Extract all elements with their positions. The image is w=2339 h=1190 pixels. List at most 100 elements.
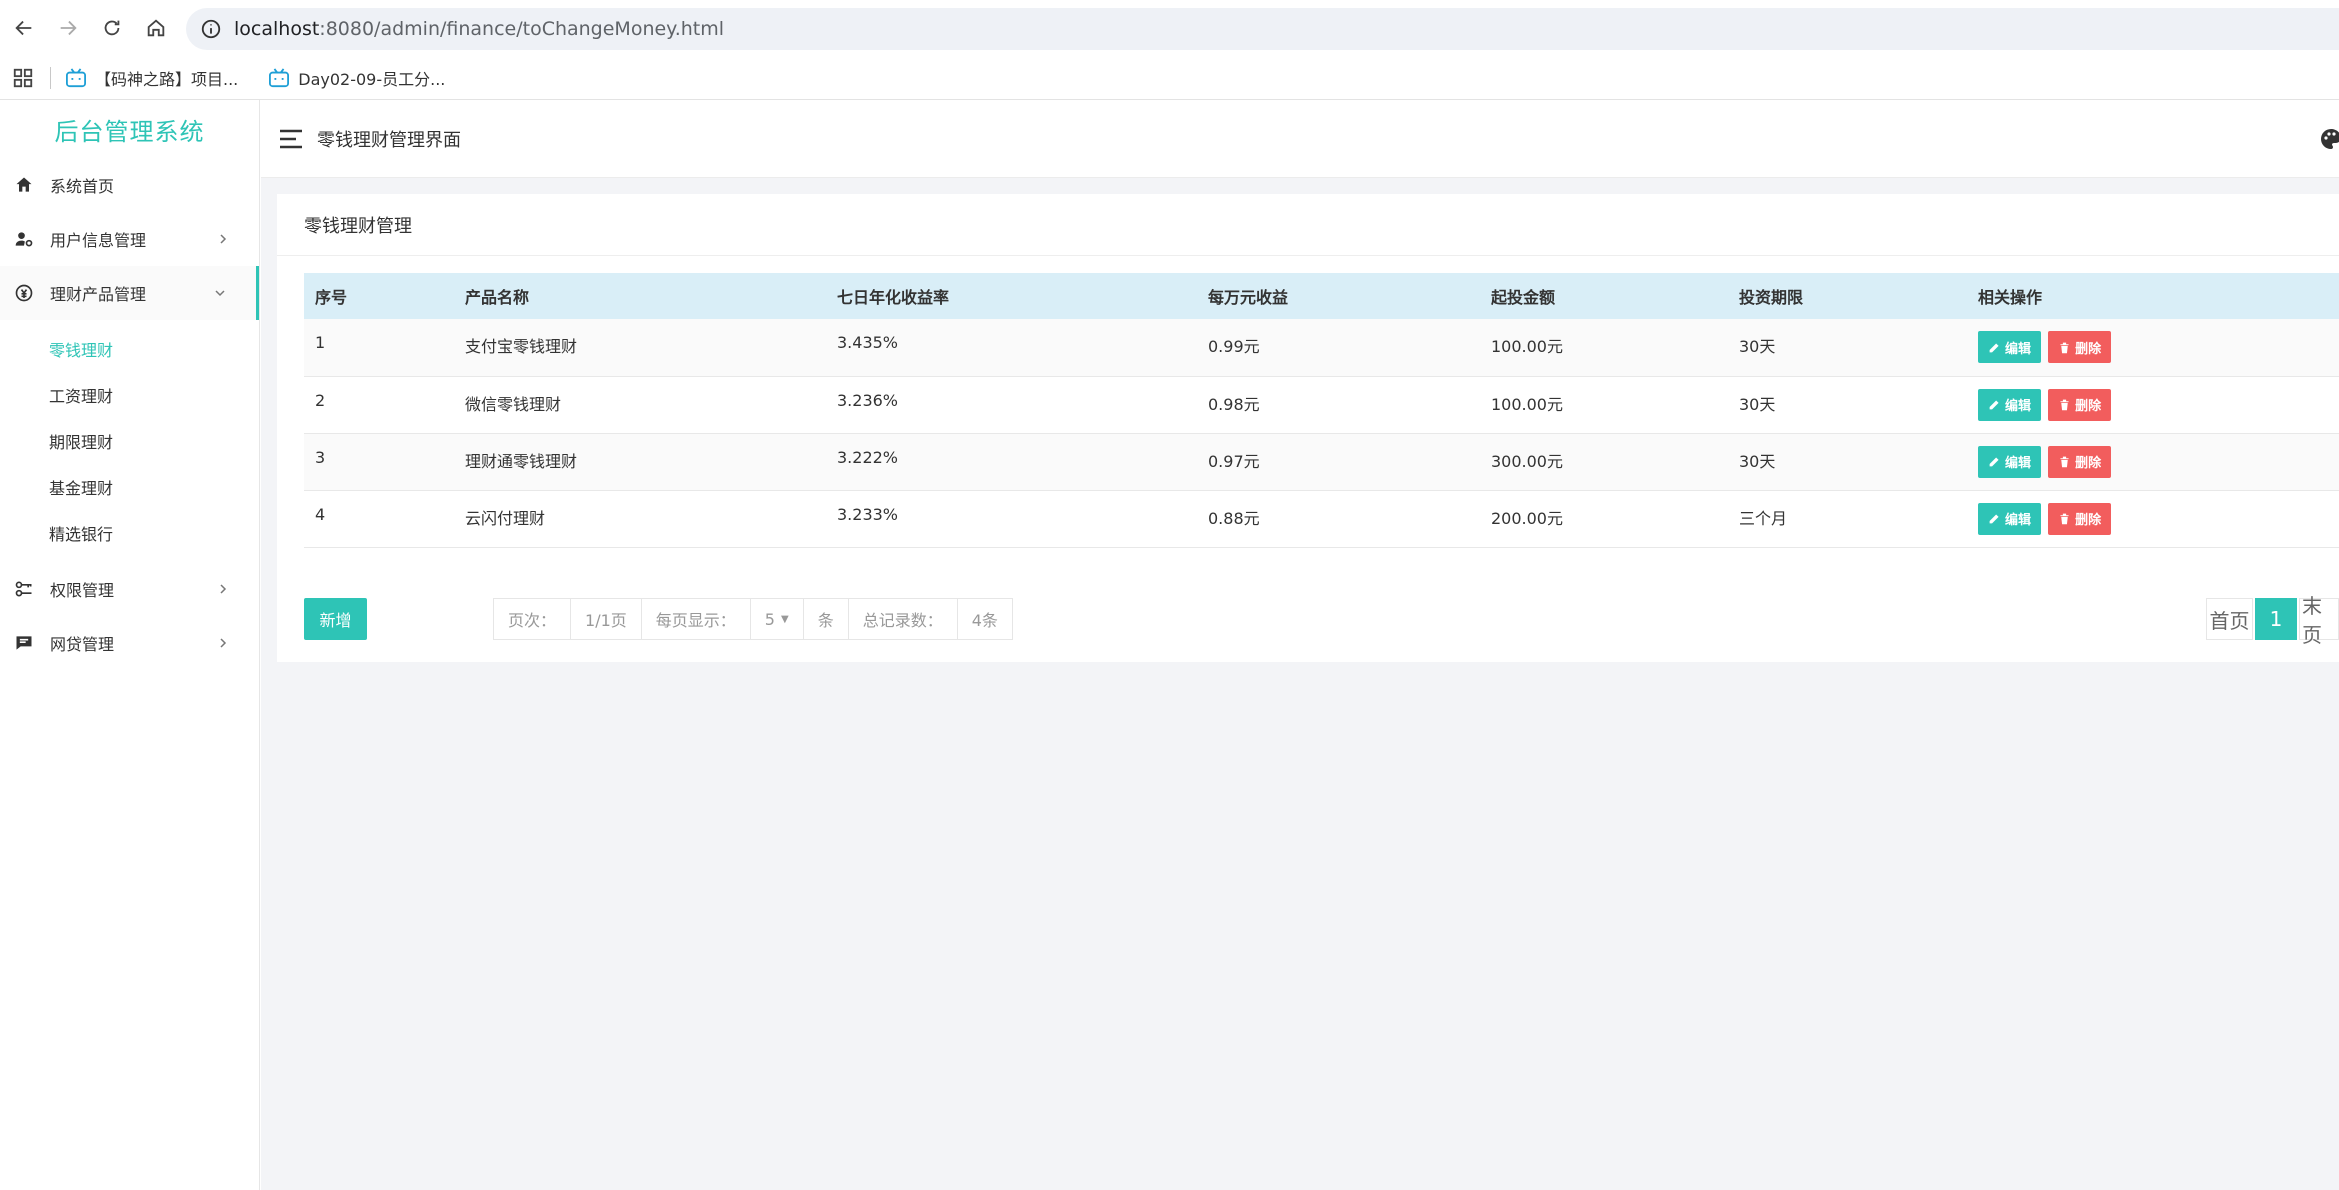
forward-icon[interactable] [48,8,88,48]
column-header: 每万元收益 [1197,273,1480,319]
bookmark-item[interactable]: Day02-09-员工分... [268,66,445,90]
topbar: 零钱理财管理界面 [261,100,2339,178]
caret-down-icon: ▼ [780,613,789,625]
sidebar-item-label: 用户信息管理 [50,231,147,250]
sidebar-item-label: 系统首页 [50,177,115,196]
first-page-button[interactable]: 首页 [2206,598,2253,640]
sidebar-item-label: 权限管理 [50,581,115,600]
apps-grid-icon[interactable] [12,67,34,89]
url-text: localhost:8080/admin/finance/toChangeMon… [234,18,724,40]
cell-rate: 3.233% [826,490,1197,548]
per-page-label: 每页显示： [642,599,751,639]
bilibili-icon [269,67,290,87]
bilibili-icon [66,67,86,87]
brand-title: 后台管理系统 [54,117,205,146]
user-settings-icon [15,232,33,247]
cell-id: 1 [304,319,454,377]
key-icon [15,581,32,597]
delete-label: 删除 [2075,513,2102,528]
browser-toolbar: localhost:8080/admin/finance/toChangeMon… [0,0,2339,56]
pencil-icon [1989,457,1999,467]
page-value: 1/1页 [571,599,642,639]
sidebar-subitem-salary[interactable]: 工资理财 [0,372,259,418]
url-path: :8080/admin/finance/toChangeMoney.html [319,18,725,40]
pager-info: 页次： 1/1页 每页显示： 5 ▼ 条 总记录数： 4条 [493,598,1013,640]
per-page-select[interactable]: 5 ▼ [751,599,804,639]
home-page-icon[interactable] [136,8,176,48]
cell-actions: 编辑 删除 [1967,319,2339,377]
current-page-button[interactable]: 1 [2255,598,2297,640]
add-button[interactable]: 新增 [304,598,367,640]
url-bar[interactable]: localhost:8080/admin/finance/toChangeMon… [186,8,2339,50]
delete-button[interactable]: 删除 [2048,331,2112,363]
cell-min-amount: 100.00元 [1480,319,1728,377]
column-header: 产品名称 [454,273,826,319]
trash-icon [2060,399,2069,411]
edit-button[interactable]: 编辑 [1978,331,2042,363]
column-header: 序号 [304,273,454,319]
delete-button[interactable]: 删除 [2048,388,2112,421]
cell-term: 30天 [1728,319,1967,377]
table-row: 1 支付宝零钱理财 3.435% 0.99元 100.00元 30天 编辑 删除 [304,319,2339,377]
cell-rate: 3.435% [826,319,1197,377]
bookmark-label: 【码神之路】项目... [95,69,239,89]
edit-button[interactable]: 编辑 [1978,388,2042,421]
cell-income: 0.98元 [1197,376,1480,434]
pencil-icon [1989,400,1999,410]
cell-name: 微信零钱理财 [454,376,826,434]
bookmark-item[interactable]: 【码神之路】项目... [65,66,238,90]
last-page-button[interactable]: 末页 [2299,594,2339,647]
sidebar-subitem-fund[interactable]: 基金理财 [0,464,259,510]
cell-rate: 3.236% [826,376,1197,434]
edit-button[interactable]: 编辑 [1978,445,2042,478]
edit-label: 编辑 [2005,399,2032,414]
delete-button[interactable]: 删除 [2048,502,2112,535]
cell-id: 2 [304,376,454,434]
cell-income: 0.88元 [1197,490,1480,548]
menu-toggle-icon[interactable] [279,128,303,150]
chevron-right-icon [220,638,227,648]
sidebar-item-loan[interactable]: 网贷管理 [0,616,259,670]
sidebar-subitem-change-money[interactable]: 零钱理财 [0,326,259,372]
sidebar-item-home[interactable]: 系统首页 [0,158,259,212]
reload-icon[interactable] [92,8,132,48]
cell-income: 0.99元 [1197,319,1480,377]
url-host: localhost [234,18,320,40]
sidebar-item-label: 网贷管理 [50,635,115,654]
edit-label: 编辑 [2005,456,2032,471]
site-info-icon[interactable] [200,18,222,40]
edit-label: 编辑 [2005,341,2032,357]
pencil-icon [1989,342,1999,352]
home-icon [16,177,32,192]
cell-actions: 编辑 删除 [1967,376,2339,434]
table-header-row: 序号 产品名称 七日年化收益率 每万元收益 起投金额 投资期限 相关操作 [304,273,2339,319]
sidebar: 后台管理系统 系统首页 用户信息管理 理财产品管理 零钱理财 工资理财 期限理财… [0,100,260,1190]
column-header: 七日年化收益率 [826,273,1197,319]
total-label: 总记录数： [849,599,958,639]
finance-card: 零钱理财管理 序号 产品名称 七日年化收益率 每万元收益 起投金额 投资期限 相… [277,194,2339,662]
chevron-right-icon [220,584,227,594]
delete-button[interactable]: 删除 [2048,445,2112,478]
cell-rate: 3.222% [826,433,1197,491]
back-icon[interactable] [4,8,44,48]
sidebar-item-permission[interactable]: 权限管理 [0,562,259,616]
bookmark-separator [50,66,51,89]
delete-label: 删除 [2075,399,2102,414]
main-content: 零钱理财管理界面 零钱理财管理 序号 产品名称 七日年化收益率 每万元收益 起投… [261,100,2339,1190]
edit-button[interactable]: 编辑 [1978,502,2042,535]
cell-term: 30天 [1728,433,1967,491]
table-row: 3 理财通零钱理财 3.222% 0.97元 300.00元 30天 编辑 删除 [304,433,2339,491]
cell-income: 0.97元 [1197,433,1480,491]
cell-actions: 编辑 删除 [1967,433,2339,491]
delete-label: 删除 [2075,341,2102,357]
palette-icon[interactable] [2319,127,2339,151]
cell-min-amount: 300.00元 [1480,433,1728,491]
table-footer: 新增 页次： 1/1页 每页显示： 5 ▼ 条 总记录数： 4条 首页 1 末页 [304,594,2339,647]
page-title: 零钱理财管理界面 [317,129,461,151]
sidebar-item-finance[interactable]: 理财产品管理 [0,266,259,320]
sidebar-subitem-term[interactable]: 期限理财 [0,418,259,464]
cell-term: 30天 [1728,376,1967,434]
sidebar-subitem-bank[interactable]: 精选银行 [0,510,259,556]
card-title: 零钱理财管理 [277,194,2339,256]
sidebar-item-user-info[interactable]: 用户信息管理 [0,212,259,266]
